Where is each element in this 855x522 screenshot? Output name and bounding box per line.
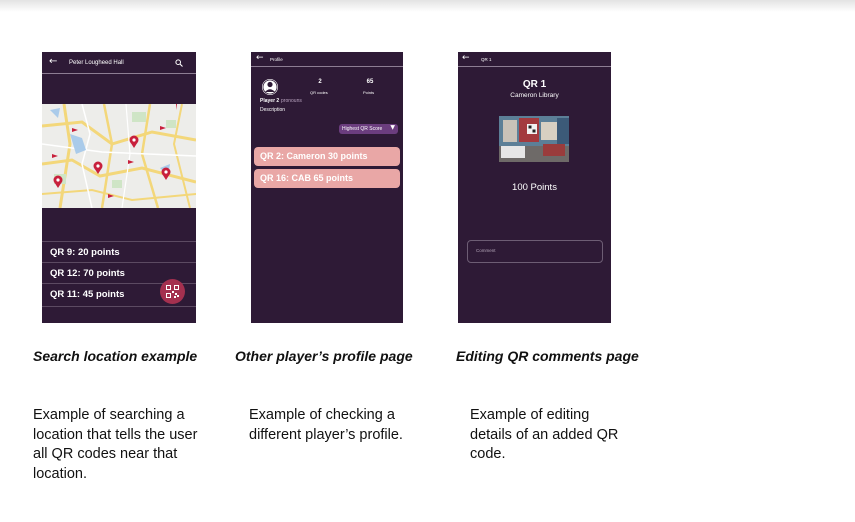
qr-location: Cameron Library [510,92,559,99]
qr-list-item-label: QR 2: Cameron 30 points [260,151,368,161]
map-view[interactable] [42,104,196,208]
result-label: QR 9: 20 points [50,247,120,258]
result-label: QR 12: 70 points [50,268,125,279]
description-search: Example of searching a location that tel… [33,407,198,482]
triangle-down-icon: ▼ [390,124,395,131]
app-bar: ← Profile [251,52,403,67]
player-pronouns: pronouns [281,98,302,104]
app-bar: ← QR 1 [458,52,611,67]
scan-qr-button[interactable] [160,279,185,304]
qr-count-value: 2 [318,79,322,85]
qr-location-photo [499,116,569,162]
result-label: QR 11: 45 points [50,289,125,300]
qr-list-item[interactable]: QR 16: CAB 65 points [254,169,400,188]
description-profile: Example of checking a different player’s… [249,407,403,443]
qr-code-icon [166,285,179,298]
description-editing: Example of editing details of an added Q… [470,407,619,462]
app-bar: ← Peter Lougheed Hall [42,52,196,74]
arrow-left-icon[interactable]: ← [462,54,470,63]
points-value: 65 [366,79,374,85]
user-icon [262,79,278,95]
divider [42,306,196,307]
qr-list-item[interactable]: QR 2: Cameron 30 points [254,147,400,166]
caption-editing: Editing QR comments page [456,348,639,364]
qr-points: 100 Points [512,182,557,193]
qr-list-item-label: QR 16: CAB 65 points [260,173,354,183]
qr-count-label: QR codes [310,90,328,95]
result-row[interactable]: QR 9: 20 points [42,241,196,262]
comment-placeholder: Comment [476,248,496,253]
player-description: Description [260,107,286,113]
sort-dropdown[interactable]: Highest QR Score ▼ [339,124,398,134]
caption-search: Search location example [33,348,198,364]
player-name: Player 2 [260,98,280,104]
search-icon[interactable] [175,59,183,67]
qr-title: QR 1 [522,79,547,90]
arrow-left-icon[interactable]: ← [256,54,264,63]
top-shadow-line [0,0,855,12]
app-bar-title: Profile [270,57,283,62]
caption-profile: Other player’s profile page [235,348,413,364]
points-label: Points [363,90,375,95]
app-bar-title: Peter Lougheed Hall [69,60,124,66]
search-location-screen: ← Peter Lougheed Hall QR 9: 20 points QR… [42,52,196,323]
player-profile-screen: ← Profile Player 2 pronouns Description … [251,52,403,323]
qr-detail-screen: ← QR 1 QR 1 Cameron Library 100 Points C… [458,52,611,323]
app-bar-title: QR 1 [481,57,492,62]
arrow-left-icon[interactable]: ← [49,57,57,67]
comment-input[interactable]: Comment [467,240,603,263]
sort-dropdown-label: Highest QR Score [342,126,383,132]
